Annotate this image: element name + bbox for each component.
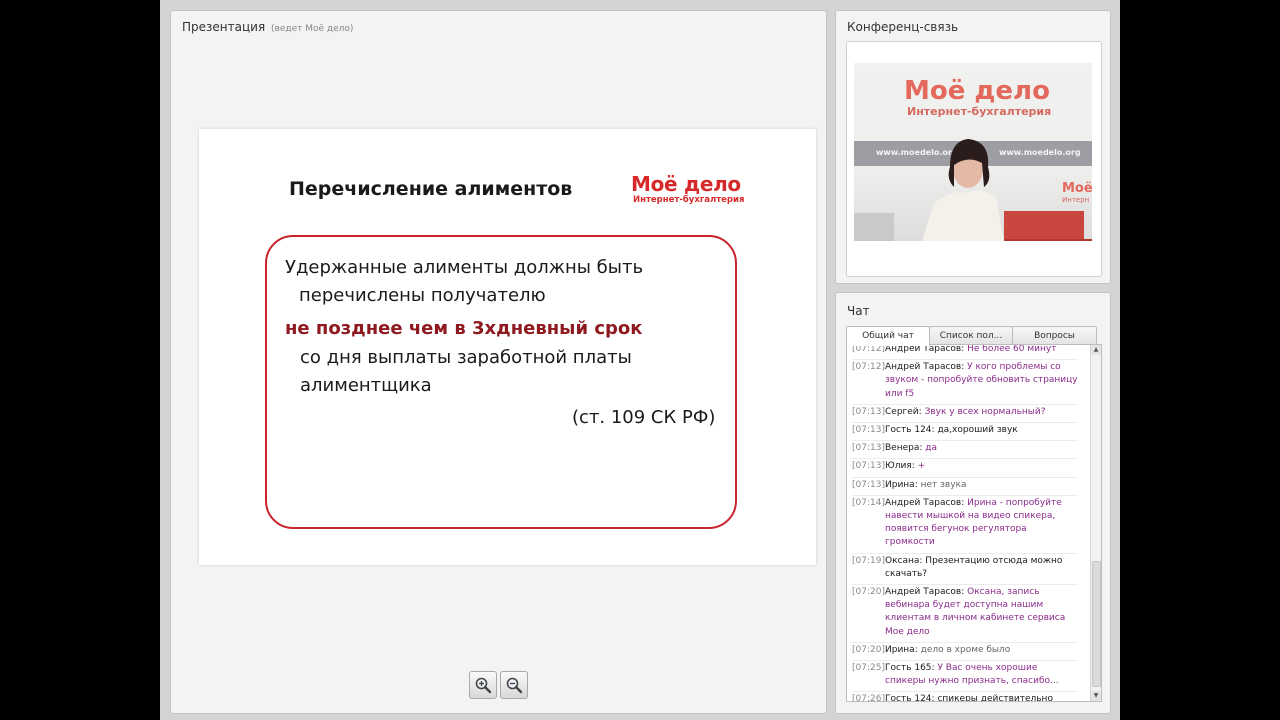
speaker-figure — [854, 139, 1092, 241]
tab-participants[interactable]: Список пол... — [929, 326, 1013, 345]
presentation-title: Презентация — [182, 20, 266, 34]
message-author: Гость 165: — [885, 663, 935, 674]
slide-content-box: Удержанные алименты должны быть перечисл… — [265, 235, 737, 529]
message-text: + — [917, 461, 926, 472]
video-frame: Моё дело Интернет-бухгалтерия www.moedel… — [846, 41, 1102, 277]
slide-line-1: Удержанные алименты должны быть — [285, 257, 644, 278]
message-time: [07:13] — [852, 406, 885, 417]
zoom-out-icon — [506, 677, 523, 694]
conference-title: Конференц-связь — [847, 20, 959, 34]
chat-message: [07:13] Ирина: нет звука — [852, 478, 1078, 496]
message-author: Оксана: — [885, 555, 923, 566]
scroll-thumb[interactable] — [1092, 561, 1101, 687]
message-time: [07:14] — [852, 497, 885, 508]
presentation-slide: Перечисление алиментов Моё дело Интернет… — [199, 129, 816, 565]
chat-message: [07:13] Гость 124: да,хороший звук — [852, 423, 1078, 442]
chat-message: [07:12] Андрей Тарасов: Не более 60 минут — [852, 344, 1078, 361]
chat-scrollbar[interactable]: ▲ ▼ — [1090, 345, 1101, 701]
message-text: да — [925, 443, 938, 454]
scroll-down-arrow-icon[interactable]: ▼ — [1091, 691, 1101, 701]
message-author: Андрей Тарасов: — [885, 587, 965, 598]
webinar-app: Презентация (ведет Моё дело) Перечислени… — [160, 0, 1120, 720]
message-author: Андрей Тарасов: — [885, 497, 965, 508]
message-text: Не более 60 минут — [967, 344, 1057, 354]
slide-logo: Моё дело Интернет-бухгалтерия — [631, 173, 744, 205]
message-text: нет звука — [920, 479, 967, 490]
chat-message: [07:12] Андрей Тарасов: У кого проблемы с… — [852, 360, 1078, 405]
message-author: Ирина: — [885, 479, 918, 490]
message-author: Сергей: — [885, 406, 922, 417]
message-text: дело в хроме было — [920, 644, 1011, 655]
chat-message-list: [07:12] Андрей Тарасов: Не более 60 минут… — [852, 344, 1078, 702]
chat-message: [07:20] Ирина: дело в хроме было — [852, 643, 1078, 662]
chat-message: [07:13] Юлия: + — [852, 459, 1078, 478]
chat-messages-area[interactable]: [07:12] Андрей Тарасов: Не более 60 минут… — [846, 344, 1102, 702]
slide-reference: (ст. 109 СК РФ) — [572, 407, 716, 428]
slide-highlight: не позднее чем в 3хдневный срок — [285, 318, 643, 339]
chat-message: [07:26] Гость 124: спикеры действительно … — [852, 692, 1078, 702]
conference-panel: Конференц-связь Моё дело Интернет-бухгал… — [835, 10, 1111, 284]
message-author: Андрей Тарасов: — [885, 362, 965, 373]
zoom-in-button[interactable] — [469, 671, 497, 699]
chat-message: [07:25] Гость 165: У Вас очень хорошие сп… — [852, 661, 1078, 693]
chat-panel: Чат Общий чат Список пол... Вопросы [07:… — [835, 292, 1111, 714]
message-time: [07:12] — [852, 362, 885, 373]
slide-line-4: алиментщика — [300, 375, 432, 396]
chat-message: [07:13] Сергей: Звук у всех нормальный? — [852, 405, 1078, 424]
message-author: Гость 124: — [885, 694, 935, 702]
zoom-in-icon — [475, 677, 492, 694]
message-text: Звук у всех нормальный? — [924, 406, 1046, 417]
speaker-video[interactable]: Моё дело Интернет-бухгалтерия www.moedel… — [854, 63, 1092, 241]
message-time: [07:13] — [852, 425, 885, 436]
chat-message: [07:19] Оксана: Презентацию отсюда можно … — [852, 554, 1078, 586]
chat-message: [07:13] Венера: да — [852, 441, 1078, 460]
message-time: [07:20] — [852, 644, 885, 655]
slide-logo-name: Моё дело — [631, 172, 741, 196]
message-time: [07:26] — [852, 694, 885, 702]
slide-line-2: перечислены получателю — [299, 285, 546, 306]
chat-title: Чат — [847, 304, 870, 318]
chat-message: [07:20] Андрей Тарасов: Оксана, запись ве… — [852, 585, 1078, 643]
message-author: Юлия: — [885, 461, 915, 472]
scroll-up-arrow-icon[interactable]: ▲ — [1091, 345, 1101, 355]
message-time: [07:19] — [852, 555, 885, 566]
message-author: Ирина: — [885, 644, 918, 655]
message-author: Венера: — [885, 443, 923, 454]
slide-logo-tagline: Интернет-бухгалтерия — [633, 195, 745, 205]
chat-message: [07:14] Андрей Тарасов: Ирина - попробуйт… — [852, 496, 1078, 554]
message-time: [07:13] — [852, 461, 885, 472]
slide-title: Перечисление алиментов — [289, 178, 573, 200]
presentation-host: (ведет Моё дело) — [271, 24, 354, 34]
presentation-panel: Презентация (ведет Моё дело) Перечислени… — [170, 10, 827, 714]
message-time: [07:13] — [852, 443, 885, 454]
message-time: [07:25] — [852, 663, 885, 674]
presentation-header: Презентация (ведет Моё дело) — [182, 20, 353, 34]
tab-general-chat[interactable]: Общий чат — [846, 326, 930, 346]
message-time: [07:20] — [852, 587, 885, 598]
slide-line-3: со дня выплаты заработной платы — [300, 347, 632, 368]
message-author: Гость 124: — [885, 425, 935, 436]
message-text: да,хороший звук — [937, 425, 1018, 436]
tab-questions[interactable]: Вопросы — [1012, 326, 1097, 345]
message-time: [07:13] — [852, 479, 885, 490]
zoom-out-button[interactable] — [500, 671, 528, 699]
